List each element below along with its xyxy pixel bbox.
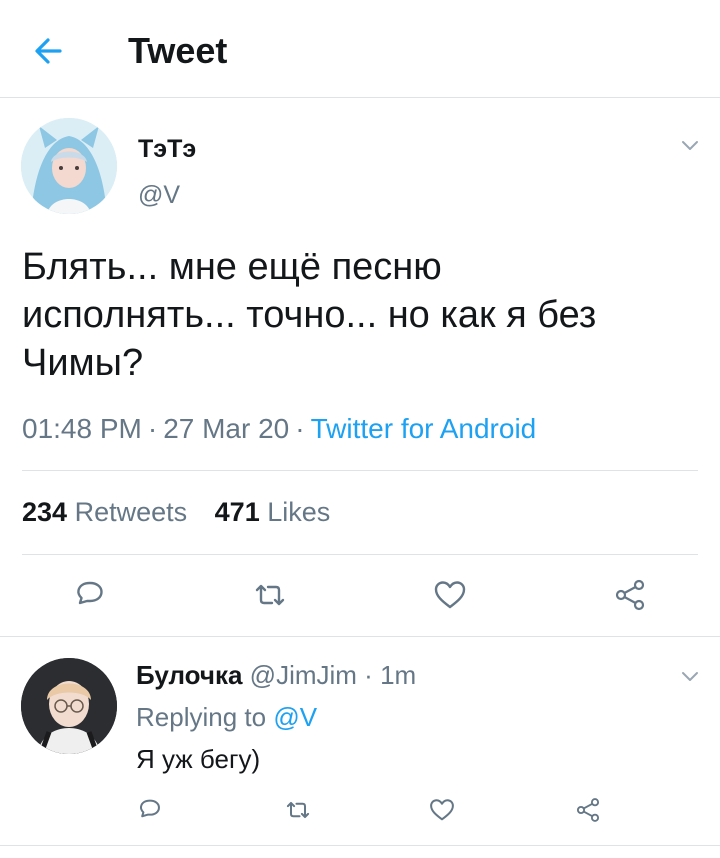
avatar[interactable] (21, 658, 117, 754)
reply-button[interactable] (72, 577, 108, 613)
retweet-button[interactable] (252, 577, 288, 613)
share-icon (576, 798, 600, 822)
retweet-icon (286, 801, 310, 819)
reply-tweet[interactable]: Булочка @JimJim · 1m Replying to @V Я уж… (0, 638, 720, 846)
like-button[interactable] (428, 796, 456, 824)
avatar-image (21, 118, 117, 214)
reply-text: Я уж бегу) (136, 744, 261, 774)
like-icon (430, 799, 454, 821)
chevron-down-icon (682, 141, 698, 150)
reply-icon (77, 581, 103, 605)
page-title: Tweet (128, 30, 228, 71)
reply-header: Булочка @JimJim · 1m (136, 660, 416, 691)
like-button[interactable] (432, 577, 468, 613)
user-handle[interactable]: @V (138, 181, 180, 210)
tweet-text-line: Чимы? (22, 342, 144, 384)
main-tweet: ТэТэ @V Блять... мне ещё песню исполнять… (0, 99, 720, 637)
meta-separator: · (147, 413, 158, 444)
replying-to-label: Replying to (136, 702, 267, 732)
share-button[interactable] (574, 796, 602, 824)
meta-separator: · (364, 660, 373, 690)
retweet-button[interactable] (284, 796, 312, 824)
retweets-stat[interactable]: 234 Retweets (22, 497, 187, 528)
reply-handle[interactable]: @JimJim (250, 660, 357, 690)
share-icon (615, 579, 645, 611)
divider (22, 554, 698, 555)
retweet-icon (255, 584, 285, 606)
retweet-count: 234 (22, 497, 68, 527)
likes-stat[interactable]: 471 Likes (215, 497, 331, 528)
reply-time: 1m (380, 660, 417, 690)
chevron-down-icon (682, 672, 698, 681)
share-button[interactable] (612, 577, 648, 613)
tweet-time: 01:48 PM (22, 413, 142, 444)
back-button[interactable] (30, 32, 68, 70)
arrow-left-icon (35, 38, 62, 64)
meta-separator: · (295, 413, 305, 444)
top-bar: Tweet (0, 0, 720, 98)
tweet-date: 27 Mar 20 (163, 413, 290, 444)
tweet-menu-button[interactable] (678, 133, 702, 157)
reply-icon (139, 799, 160, 818)
tweet-meta: 01:48 PM · 27 Mar 20 · Twitter for Android (22, 413, 536, 445)
avatar-image (21, 658, 117, 754)
like-count: 471 (214, 497, 260, 527)
divider (22, 470, 698, 471)
reply-button[interactable] (136, 796, 164, 824)
tweet-text-line: исполнять... точно... но как я без (22, 294, 597, 336)
replying-to-mention[interactable]: @V (273, 702, 317, 732)
tweet-source-link[interactable]: Twitter for Android (311, 413, 537, 444)
reply-display-name[interactable]: Булочка (136, 660, 242, 690)
tweet-text-line: Блять... мне ещё песню (22, 246, 442, 288)
replying-to: Replying to @V (136, 702, 317, 733)
display-name[interactable]: ТэТэ (138, 135, 196, 164)
like-icon (434, 581, 466, 609)
tweet-stats: 234 Retweets 471 Likes (22, 497, 350, 528)
retweet-label: Retweets (74, 497, 188, 527)
tweet-text: Блять... мне ещё песню исполнять... точн… (22, 243, 702, 387)
avatar[interactable] (21, 118, 117, 214)
reply-menu-button[interactable] (678, 664, 702, 688)
like-label: Likes (267, 497, 331, 527)
